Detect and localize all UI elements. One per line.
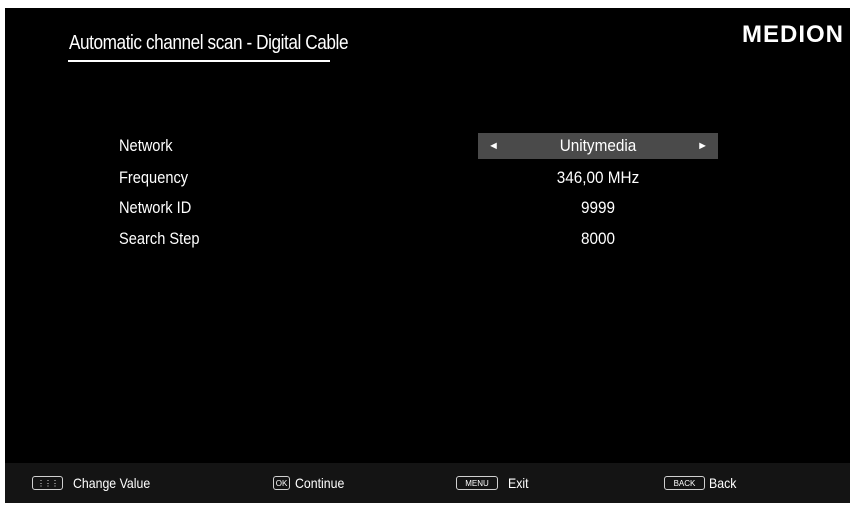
network-value: Unitymedia [559,136,637,155]
menu-key-icon: MENU [456,476,498,490]
network-label: Network [119,136,173,155]
setting-row-network[interactable]: Network ◄ ► Unitymedia [5,133,850,159]
search-step-value: 8000 [580,229,616,248]
setting-row-network-id[interactable]: Network ID 9999 [5,195,850,221]
frequency-label: Frequency [119,168,189,187]
page-title: Automatic channel scan - Digital Cable [69,32,349,54]
frequency-value: 346,00 MHz [556,168,640,187]
setting-row-frequency[interactable]: Frequency 346,00 MHz [5,165,850,191]
hint-label: Back [709,475,737,491]
hint-label: Continue [295,475,345,491]
setting-row-search-step[interactable]: Search Step 8000 [5,226,850,252]
hint-label: Exit [508,475,529,491]
footer-hint-bar: ⋮⋮⋮ Change Value OK Continue MENU Exit B… [5,463,850,503]
back-key-icon: BACK [664,476,705,490]
network-id-value: 9999 [580,198,616,217]
hint-label: Change Value [73,475,151,491]
search-step-label: Search Step [119,229,200,248]
network-id-label: Network ID [119,198,192,217]
tv-screen: Automatic channel scan - Digital Cable M… [5,8,850,503]
title-underline [68,60,330,62]
ok-key-icon: OK [273,476,290,490]
medion-logo: MEDION [742,21,844,48]
navigation-key-icon: ⋮⋮⋮ [32,476,63,490]
